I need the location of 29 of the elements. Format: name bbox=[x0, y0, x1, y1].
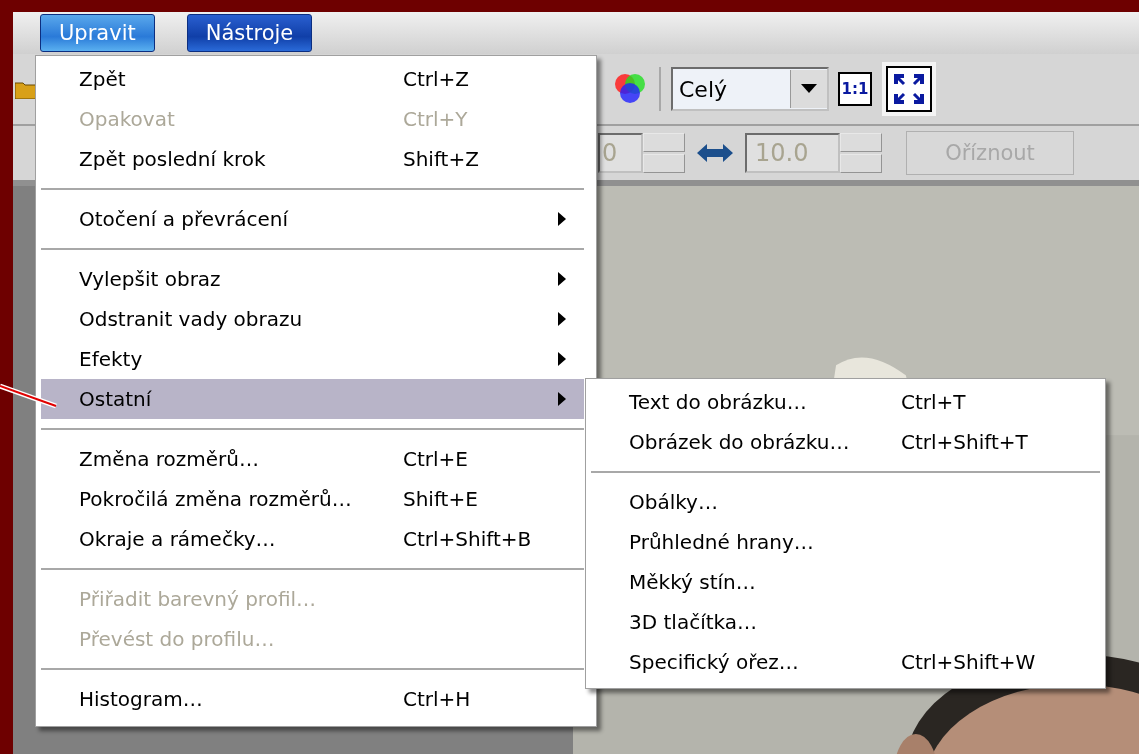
spin-button[interactable] bbox=[643, 133, 685, 173]
menu-item[interactable]: 3D tlačítka… bbox=[591, 602, 1100, 642]
menu-item[interactable]: Měkký stín… bbox=[591, 562, 1100, 602]
menu-item[interactable]: Histogram… Ctrl+H bbox=[41, 679, 584, 719]
menu-item[interactable]: Odstranit vady obrazu bbox=[41, 299, 584, 339]
menu-item[interactable]: Zpět Ctrl+Z bbox=[41, 59, 584, 99]
color-wheel-icon[interactable] bbox=[613, 72, 647, 106]
menu-item[interactable]: Specifický ořez… Ctrl+Shift+W bbox=[591, 642, 1100, 682]
spin-button[interactable] bbox=[840, 133, 882, 173]
menu-item[interactable]: Pokročilá změna rozměrů… Shift+E bbox=[41, 479, 584, 519]
menu-tab[interactable]: Nástroje bbox=[186, 14, 313, 52]
menu-item[interactable]: Ostatní bbox=[41, 379, 584, 419]
menu-item[interactable]: Okraje a rámečky… Ctrl+Shift+B bbox=[41, 519, 584, 559]
caret-icon bbox=[801, 84, 817, 94]
menu-item[interactable]: Efekty bbox=[41, 339, 584, 379]
fit-to-screen-icon bbox=[893, 73, 925, 105]
menu-item[interactable]: Vylepšit obraz bbox=[41, 259, 584, 299]
menu-tab[interactable]: Upravit bbox=[40, 14, 155, 52]
actual-size-button[interactable]: 1:1 bbox=[838, 72, 872, 106]
menu-item[interactable]: Otočení a převrácení bbox=[41, 199, 584, 239]
horizontal-arrow-icon bbox=[697, 144, 733, 162]
folder-icon[interactable] bbox=[15, 79, 37, 99]
menu-item[interactable]: Změna rozměrů… Ctrl+E bbox=[41, 439, 584, 479]
menu-item[interactable]: Text do obrázku… Ctrl+T bbox=[591, 382, 1100, 422]
menu-item[interactable]: Průhledné hrany… bbox=[591, 522, 1100, 562]
menu-item[interactable]: Obálky… bbox=[591, 482, 1100, 522]
menu-item[interactable]: Zpět poslední krok Shift+Z bbox=[41, 139, 584, 179]
menu-item[interactable]: Obrázek do obrázku… Ctrl+Shift+T bbox=[591, 422, 1100, 462]
zoom-select[interactable]: Celý bbox=[671, 67, 829, 111]
